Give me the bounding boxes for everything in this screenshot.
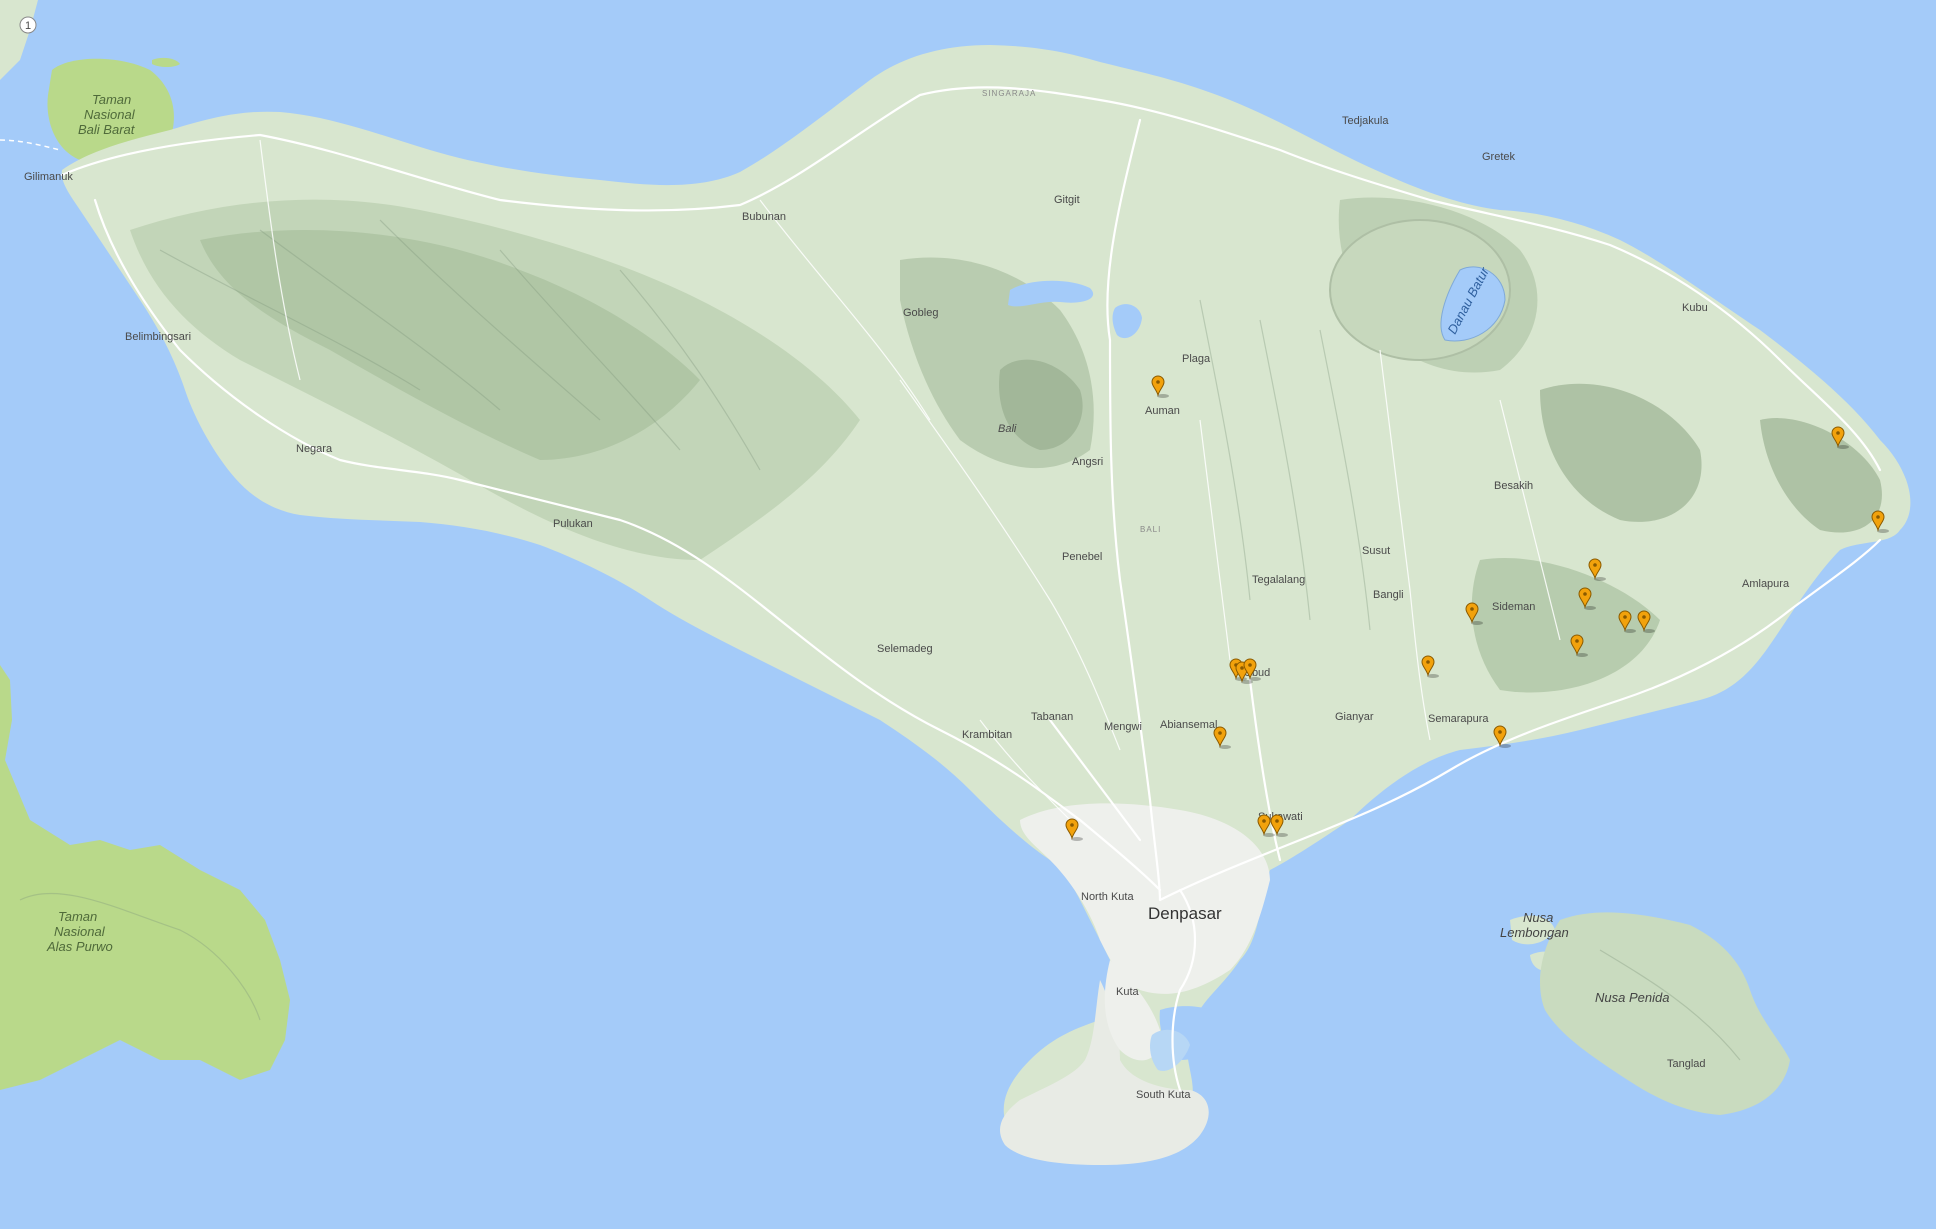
label-north-kuta: North Kuta	[1081, 891, 1134, 903]
label-selemadeg: Selemadeg	[877, 643, 933, 655]
map-pin-dot	[1623, 615, 1627, 619]
label-besakih: Besakih	[1494, 480, 1533, 492]
label-gianyar: Gianyar	[1335, 711, 1374, 723]
marker-shadow	[1624, 629, 1636, 633]
label-penebel: Penebel	[1062, 551, 1102, 563]
map-pin-dot	[1156, 380, 1160, 384]
label-park-west-2: Nasional	[84, 107, 136, 122]
label-bangli: Bangli	[1373, 589, 1404, 601]
label-tegalalang: Tegalalang	[1252, 574, 1305, 586]
map-pin-dot	[1642, 615, 1646, 619]
label-gobleg: Gobleg	[903, 307, 938, 319]
label-abiansemal: Abiansemal	[1160, 719, 1217, 731]
label-bali-small: BALI	[1140, 525, 1161, 534]
label-park-java-2: Nasional	[54, 924, 106, 939]
label-krambitan: Krambitan	[962, 729, 1012, 741]
marker-shadow	[1427, 674, 1439, 678]
route-shield: 1	[19, 16, 37, 34]
marker-shadow	[1499, 744, 1511, 748]
label-mengwi: Mengwi	[1104, 721, 1142, 733]
map-pin-dot	[1218, 731, 1222, 735]
label-plaga: Plaga	[1182, 353, 1211, 365]
map-pin-dot	[1575, 639, 1579, 643]
map-pin-dot	[1275, 819, 1279, 823]
label-park-west-3: Bali Barat	[78, 122, 136, 137]
label-angsri: Angsri	[1072, 456, 1103, 468]
marker-shadow	[1071, 837, 1083, 841]
label-park-west-1: Taman	[92, 92, 131, 107]
label-tedjakula: Tedjakula	[1342, 115, 1389, 127]
marker-shadow	[1837, 445, 1849, 449]
map-pin-dot	[1426, 660, 1430, 664]
marker-shadow	[1276, 833, 1288, 837]
map-pin-dot	[1876, 515, 1880, 519]
label-gitgit: Gitgit	[1054, 194, 1080, 206]
map-pin-dot	[1593, 563, 1597, 567]
label-kuta: Kuta	[1116, 986, 1140, 998]
map-pin-dot	[1240, 666, 1244, 670]
label-nusa-lembongan-2: Lembongan	[1500, 925, 1569, 940]
marker-shadow	[1643, 629, 1655, 633]
label-gretek: Gretek	[1482, 151, 1516, 163]
marker-shadow	[1576, 653, 1588, 657]
label-singaraja: SINGARAJA	[982, 89, 1036, 98]
label-sideman: Sideman	[1492, 601, 1535, 613]
map-pin-dot	[1470, 607, 1474, 611]
label-auman: Auman	[1145, 405, 1180, 417]
marker-shadow	[1263, 833, 1275, 837]
label-gilimanuk: Gilimanuk	[24, 171, 73, 183]
label-belimbingsari: Belimbingsari	[125, 331, 191, 343]
map-canvas[interactable]: 1 Taman Nasional Bali Barat Taman Nasion…	[0, 0, 1936, 1229]
marker-shadow	[1584, 606, 1596, 610]
label-nusa-penida: Nusa Penida	[1595, 990, 1669, 1005]
marker-shadow	[1877, 529, 1889, 533]
label-south-kuta: South Kuta	[1136, 1089, 1191, 1101]
map-pin-dot	[1070, 823, 1074, 827]
marker-shadow	[1594, 577, 1606, 581]
map-pin-dot	[1498, 730, 1502, 734]
map-pin-dot	[1248, 663, 1252, 667]
label-bubunan: Bubunan	[742, 211, 786, 223]
label-amlapura: Amlapura	[1742, 578, 1790, 590]
map-pin-dot	[1583, 592, 1587, 596]
label-negara: Negara	[296, 443, 333, 455]
label-kubu: Kubu	[1682, 302, 1708, 314]
label-susut: Susut	[1362, 545, 1390, 557]
label-denpasar: Denpasar	[1148, 904, 1222, 923]
svg-text:1: 1	[25, 20, 31, 32]
marker-shadow	[1471, 621, 1483, 625]
map-pin-dot	[1836, 431, 1840, 435]
label-tabanan: Tabanan	[1031, 711, 1073, 723]
marker-shadow	[1241, 680, 1253, 684]
label-bali-peak: Bali	[998, 423, 1017, 435]
marker-shadow	[1249, 677, 1261, 681]
label-tanglad: Tanglad	[1667, 1058, 1706, 1070]
marker-shadow	[1219, 745, 1231, 749]
label-semarapura: Semarapura	[1428, 713, 1489, 725]
label-nusa-lembongan-1: Nusa	[1523, 910, 1553, 925]
label-park-java-1: Taman	[58, 909, 97, 924]
marker-shadow	[1157, 394, 1169, 398]
map-pin-dot	[1262, 819, 1266, 823]
label-pulukan: Pulukan	[553, 518, 593, 530]
label-park-java-3: Alas Purwo	[46, 939, 113, 954]
